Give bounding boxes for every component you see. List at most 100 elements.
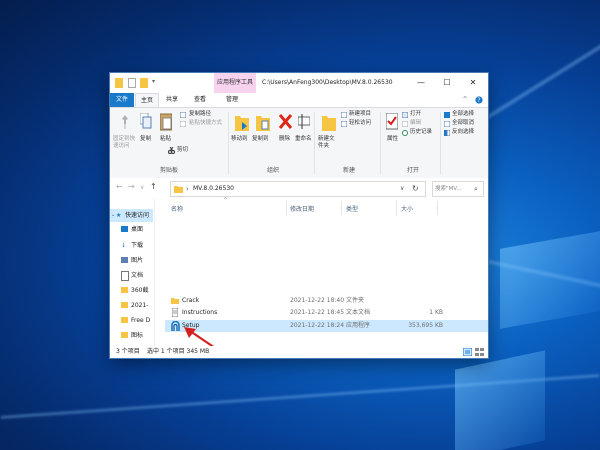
address-dropdown-icon[interactable]: ∨ — [400, 182, 404, 196]
sidebar-item-free[interactable]: Free D — [110, 314, 153, 327]
properties-icon — [386, 113, 398, 130]
file-size: 1 KB — [429, 309, 443, 316]
window-title-path: C:\Users\AnFeng300\Desktop\MV.8.0.26530 — [262, 79, 393, 86]
tab-home[interactable]: 主页 — [135, 93, 159, 108]
new-folder-button[interactable]: 新建文件夹 — [318, 136, 338, 150]
sidebar-item-icons[interactable]: 图标 — [110, 329, 153, 342]
new-folder-icon[interactable] — [140, 78, 148, 88]
minimize-button[interactable]: — — [408, 73, 434, 93]
properties-button[interactable]: 属性 — [387, 136, 398, 143]
folder-icon — [174, 186, 183, 193]
context-tab-application-tools[interactable]: 应用程序工具 — [214, 73, 256, 93]
tab-share[interactable]: 共享 — [160, 93, 184, 107]
up-button[interactable]: ↑ — [150, 182, 157, 191]
quick-access-dropdown-icon[interactable]: ▾ — [152, 79, 158, 85]
edit-button[interactable]: 编辑 — [410, 120, 421, 127]
column-header-type[interactable]: 类型 — [346, 204, 358, 213]
cut-button[interactable]: 剪切 — [177, 147, 188, 154]
search-input[interactable]: 搜索"MV... ⌕ — [432, 181, 484, 197]
group-label-clipboard: 剪贴板 — [160, 167, 179, 174]
back-button[interactable]: ← — [116, 182, 123, 191]
rename-button[interactable]: 重命名 — [295, 136, 312, 143]
history-button[interactable]: 历史记录 — [410, 129, 432, 136]
move-to-button[interactable]: 移动到 — [231, 136, 248, 143]
group-label-organize: 组织 — [267, 167, 280, 174]
sidebar-item-desktop[interactable]: 桌面 — [110, 223, 153, 236]
copy-path-button[interactable]: 复制路径 — [189, 111, 211, 118]
search-placeholder: 搜索"MV... — [435, 186, 462, 192]
column-header-date[interactable]: 修改日期 — [290, 204, 314, 213]
star-icon: ★ — [116, 212, 122, 219]
sidebar-item-label: 图标 — [131, 332, 144, 339]
column-divider[interactable] — [437, 201, 438, 215]
large-icons-view-icon[interactable] — [475, 348, 484, 356]
scissors-icon — [168, 147, 175, 154]
file-date: 2021-12-22 18:45 — [290, 309, 345, 316]
file-type: 文本文档 — [346, 309, 371, 316]
table-row[interactable]: Instructions 2021-12-22 18:45 文本文档 1 KB — [165, 307, 488, 319]
copy-icon — [140, 113, 152, 129]
sidebar-item-documents[interactable]: 文档 — [110, 269, 153, 282]
column-divider[interactable] — [396, 201, 397, 215]
title-bar[interactable]: ▾ 应用程序工具 C:\Users\AnFeng300\Desktop\MV.8… — [110, 73, 488, 93]
expand-chevron-icon[interactable]: ⌄ — [111, 209, 115, 222]
sidebar-item-quick-access[interactable]: ⌄ ★ 快速访问 — [110, 209, 153, 222]
address-bar[interactable]: › MV.8.0.26530 ∨ ↻ — [170, 181, 426, 197]
select-all-button[interactable]: 全部选择 — [452, 111, 474, 118]
column-header-size[interactable]: 大小 — [401, 204, 413, 213]
sidebar-item-2021[interactable]: 2021- — [110, 299, 153, 312]
paste-button[interactable]: 粘贴 — [160, 136, 171, 143]
column-divider[interactable] — [286, 201, 287, 215]
close-button[interactable]: ✕ — [460, 73, 486, 93]
file-date: 2021-12-22 18:24 — [290, 322, 345, 329]
ribbon-collapse-icon[interactable]: ^ — [460, 93, 470, 107]
open-button[interactable]: 打开 — [410, 111, 421, 118]
copy-to-button[interactable]: 复制到 — [252, 136, 269, 143]
sidebar-item-label: 桌面 — [131, 226, 144, 233]
help-icon[interactable]: ? — [474, 93, 484, 107]
tab-file[interactable]: 文件 — [110, 93, 134, 107]
group-label-new: 新建 — [343, 167, 356, 174]
breadcrumb-current-folder[interactable]: MV.8.0.26530 — [193, 182, 234, 196]
table-row[interactable]: Crack 2021-12-22 18:40 文件夹 — [165, 295, 488, 307]
paste-shortcut-button[interactable]: 粘贴快捷方式 — [189, 120, 222, 127]
column-header-name[interactable]: 名称 — [171, 204, 183, 213]
sidebar-item-pictures[interactable]: 图片 — [110, 254, 153, 267]
tab-manage[interactable]: 管理 — [220, 93, 244, 107]
status-bar: 3 个项目 选中 1 个项目 345 MB — [110, 346, 488, 358]
history-icon — [402, 130, 408, 136]
select-none-button[interactable]: 全部取消 — [452, 120, 474, 127]
easy-access-button[interactable]: 轻松访问 — [349, 120, 371, 127]
document-icon — [121, 271, 129, 281]
file-type: 应用程序 — [346, 322, 371, 329]
desktop-icon — [121, 226, 128, 232]
file-explorer-window[interactable]: ▾ 应用程序工具 C:\Users\AnFeng300\Desktop\MV.8… — [110, 73, 488, 358]
group-label-open: 打开 — [407, 167, 420, 174]
sidebar-item-label: 下载 — [131, 242, 144, 249]
tab-view[interactable]: 查看 — [188, 93, 212, 107]
maximize-button[interactable]: ☐ — [434, 73, 460, 93]
column-divider[interactable] — [341, 201, 342, 215]
download-icon: ↓ — [121, 242, 127, 249]
sidebar-item-label: 图片 — [131, 257, 144, 264]
invert-selection-button[interactable]: 反向选择 — [452, 129, 474, 136]
file-name: Crack — [182, 297, 200, 304]
forward-button[interactable]: → — [128, 182, 135, 191]
pin-to-quick-access-button[interactable]: 固定到快速访问 — [113, 136, 135, 150]
properties-icon[interactable] — [128, 78, 136, 88]
sidebar-item-downloads[interactable]: ↓ 下载 — [110, 239, 153, 252]
copy-to-icon — [256, 116, 270, 131]
sidebar-divider[interactable] — [154, 199, 155, 346]
sidebar-item-360[interactable]: 360截 — [110, 284, 153, 297]
refresh-icon[interactable]: ↻ — [412, 182, 419, 196]
details-view-icon[interactable] — [463, 348, 472, 356]
search-icon: ⌕ — [474, 185, 478, 193]
ribbon-tabs: 文件 主页 共享 查看 管理 ^ ? — [110, 93, 488, 108]
pin-icon — [122, 115, 128, 129]
new-item-button[interactable]: 新建项目 — [349, 111, 371, 118]
copy-button[interactable]: 复制 — [140, 136, 151, 143]
recent-locations-icon[interactable]: ∨ — [140, 184, 144, 191]
invert-selection-icon — [444, 130, 450, 136]
delete-button[interactable]: 删除 — [279, 136, 290, 143]
file-list: ^ 名称 修改日期 类型 大小 Crack 2021-12-22 18:40 文… — [160, 197, 488, 355]
